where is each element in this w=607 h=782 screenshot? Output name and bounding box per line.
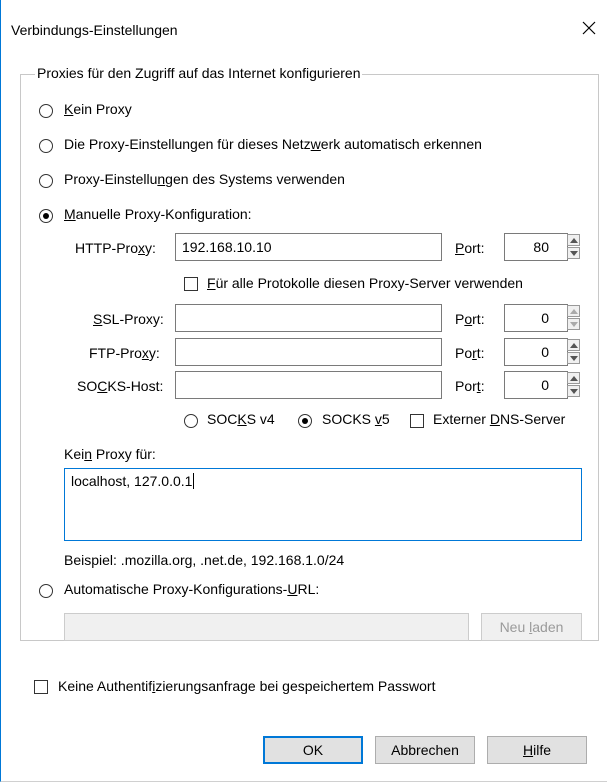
radio-manual-proxy[interactable] — [39, 209, 53, 223]
ftp-port-input[interactable] — [504, 338, 568, 366]
spin-up-icon[interactable] — [567, 234, 580, 246]
spin-up-icon[interactable] — [567, 372, 580, 384]
http-proxy-input[interactable] — [175, 233, 442, 261]
http-port-spinner[interactable] — [567, 234, 580, 260]
title-bar: Verbindungs-Einstellungen — [1, 0, 607, 50]
spin-down-icon[interactable] — [567, 385, 580, 397]
label-ssl-port: Port: — [455, 311, 485, 327]
no-proxy-example: Beispiel: .mozilla.org, .net.de, 192.168… — [64, 552, 345, 568]
label-all-protocols: Für alle Protokolle diesen Proxy-Server … — [207, 275, 523, 291]
label-manual-proxy: Manuelle Proxy-Konfiguration: — [64, 206, 252, 222]
cancel-button[interactable]: Abbrechen — [375, 736, 475, 764]
label-auto-detect: Die Proxy-Einstellungen für dieses Netzw… — [64, 136, 482, 152]
label-socks-v4: SOCKS v4 — [207, 411, 275, 427]
label-ftp-port: Port: — [455, 345, 485, 361]
radio-no-proxy[interactable] — [39, 104, 53, 118]
ssl-port-spinner[interactable] — [567, 305, 580, 331]
help-button[interactable]: Hilfe — [487, 736, 587, 764]
spin-down-icon[interactable] — [567, 247, 580, 259]
spin-down-icon[interactable] — [567, 352, 580, 364]
label-no-auth-prompt: Keine Authentifizierungsanfrage bei gesp… — [58, 678, 436, 694]
label-socks-host: SOCKS-Host: — [77, 378, 164, 394]
http-port-input[interactable] — [504, 233, 568, 261]
radio-socks-v5[interactable] — [298, 414, 312, 428]
spin-down-icon[interactable] — [567, 318, 580, 330]
auto-config-url-input[interactable] — [64, 613, 469, 641]
checkbox-remote-dns[interactable] — [410, 414, 424, 428]
ftp-proxy-input[interactable] — [175, 338, 442, 366]
window-title: Verbindungs-Einstellungen — [11, 22, 178, 38]
label-ssl-proxy: SSL-Proxy: — [93, 311, 164, 327]
ssl-port-input[interactable] — [504, 304, 568, 332]
text-caret — [193, 473, 195, 489]
connection-settings-dialog: Verbindungs-Einstellungen Proxies für de… — [0, 0, 607, 782]
checkbox-no-auth-prompt[interactable] — [34, 680, 48, 694]
label-system-proxy: Proxy-Einstellungen des Systems verwende… — [64, 171, 345, 187]
label-http-port: Port: — [455, 240, 485, 256]
group-legend: Proxies für den Zugriff auf das Internet… — [35, 65, 363, 81]
label-no-proxy: Kein Proxy — [64, 101, 132, 117]
ok-button[interactable]: OK — [263, 736, 363, 764]
label-socks-v5: SOCKS v5 — [322, 411, 390, 427]
label-remote-dns: Externer DNS-Server — [433, 411, 566, 427]
ssl-proxy-input[interactable] — [175, 304, 442, 332]
label-http-proxy: HTTP-Proxy: — [75, 240, 156, 256]
ftp-port-spinner[interactable] — [567, 339, 580, 365]
radio-socks-v4[interactable] — [184, 414, 198, 428]
label-no-proxy-for: Kein Proxy für: — [64, 446, 156, 462]
spin-up-icon[interactable] — [567, 339, 580, 351]
close-button[interactable] — [575, 14, 603, 42]
checkbox-all-protocols[interactable] — [184, 277, 198, 291]
label-auto-config-url: Automatische Proxy-Konfigurations-URL: — [64, 581, 320, 597]
close-icon — [582, 21, 596, 35]
radio-auto-detect[interactable] — [39, 139, 53, 153]
radio-system-proxy[interactable] — [39, 174, 53, 188]
no-proxy-textarea[interactable]: localhost, 127.0.0.1 — [64, 468, 582, 541]
spin-up-icon[interactable] — [567, 305, 580, 317]
socks-host-input[interactable] — [175, 371, 442, 399]
radio-auto-config-url[interactable] — [39, 584, 53, 598]
label-ftp-proxy: FTP-Proxy: — [89, 345, 160, 361]
socks-port-spinner[interactable] — [567, 372, 580, 398]
socks-port-input[interactable] — [504, 371, 568, 399]
label-socks-port: Port: — [455, 378, 485, 394]
reload-button[interactable]: Neu laden — [481, 613, 582, 641]
